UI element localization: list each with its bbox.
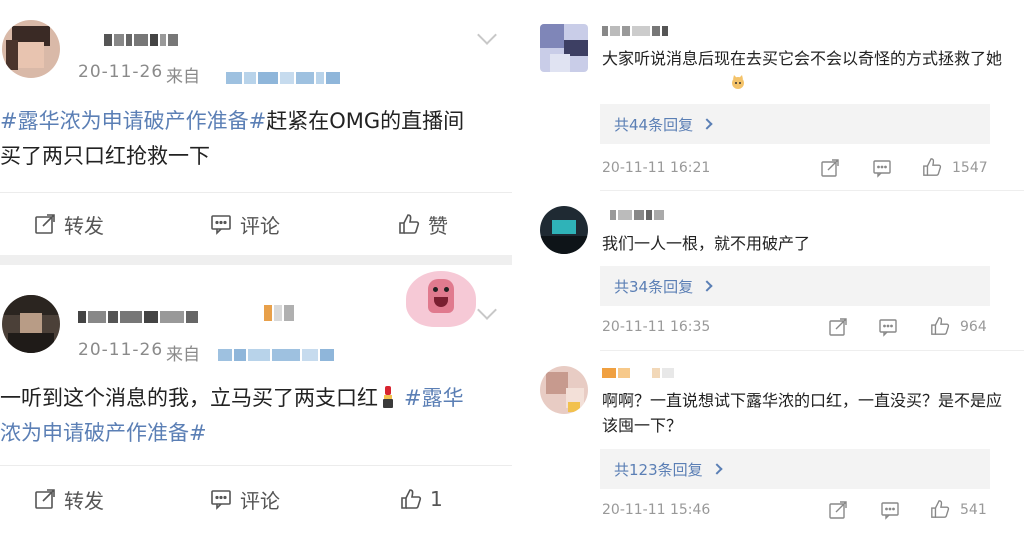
chevron-down-icon[interactable] bbox=[477, 25, 497, 45]
source-blurred bbox=[218, 349, 334, 361]
username-blurred[interactable] bbox=[610, 210, 664, 220]
cat-emoji-icon bbox=[730, 74, 746, 90]
repost-label: 转发 bbox=[64, 213, 104, 238]
like-icon[interactable] bbox=[930, 316, 950, 336]
repost-icon bbox=[35, 214, 55, 234]
chevron-right-icon bbox=[701, 280, 713, 292]
username-blurred[interactable] bbox=[104, 34, 178, 46]
avatar[interactable] bbox=[540, 24, 588, 72]
replies-label: 共44条回复 bbox=[614, 115, 694, 134]
like-count: 1 bbox=[430, 487, 443, 511]
username-blurred[interactable] bbox=[602, 368, 674, 378]
post-card: 20-11-26 来自 一听到这个消息的我，立马买了两支口红 #露华 浓为申请破产… bbox=[0, 265, 512, 535]
like-icon bbox=[399, 214, 420, 234]
comment-time: 20-11-11 16:35 bbox=[602, 319, 711, 335]
sticker-decoration bbox=[406, 271, 476, 327]
source-label: 来自 bbox=[166, 67, 200, 87]
view-replies-button[interactable]: 共44条回复 bbox=[600, 104, 990, 144]
post-text-line: 一听到这个消息的我，立马买了两支口红 bbox=[0, 386, 378, 410]
post-text-line: 赶紧在OMG的直播间 bbox=[266, 109, 465, 133]
view-replies-button[interactable]: 共34条回复 bbox=[600, 266, 990, 306]
post-card: 20-11-26 来自 #露华浓为申请破产作准备#赶紧在OMG的直播间 买了两只… bbox=[0, 0, 512, 255]
divider bbox=[600, 350, 1024, 351]
divider bbox=[600, 190, 1024, 191]
like-icon bbox=[401, 489, 422, 509]
chevron-right-icon bbox=[701, 118, 713, 130]
action-bar: 转发 评论 1 bbox=[0, 471, 512, 527]
share-icon[interactable] bbox=[828, 317, 848, 337]
hashtag-link[interactable]: #露华浓为申请破产作准备# bbox=[0, 109, 266, 133]
comment-time: 20-11-11 15:46 bbox=[602, 502, 711, 518]
repost-button[interactable]: 转发 bbox=[34, 196, 104, 252]
avatar[interactable] bbox=[540, 206, 588, 254]
source-label: 来自 bbox=[166, 345, 200, 365]
like-button[interactable]: 1 bbox=[400, 471, 443, 527]
avatar[interactable] bbox=[2, 20, 60, 78]
comment-text: 大家听说消息后现在去买它会不会以奇怪的方式拯救了她 bbox=[602, 49, 1003, 68]
post-body: #露华浓为申请破产作准备#赶紧在OMG的直播间 买了两只口红抢救一下 bbox=[0, 104, 512, 174]
comment-icon[interactable] bbox=[880, 500, 900, 520]
source-blurred bbox=[226, 72, 340, 84]
comment-time: 20-11-11 16:21 bbox=[602, 160, 711, 176]
comment-label: 评论 bbox=[240, 213, 280, 238]
comment-icon bbox=[211, 490, 231, 510]
avatar[interactable] bbox=[2, 295, 60, 353]
comment-text: 啊啊？一直说想试下露华浓的口红，一直没买？是不是应该囤一下？ bbox=[602, 391, 1003, 435]
lipstick-emoji-icon bbox=[382, 385, 394, 409]
post-time: 20-11-26 bbox=[78, 340, 164, 360]
like-count: 541 bbox=[960, 502, 987, 518]
comment-icon[interactable] bbox=[878, 317, 898, 337]
chevron-right-icon bbox=[710, 463, 723, 475]
post-feed: 20-11-26 来自 #露华浓为申请破产作准备#赶紧在OMG的直播间 买了两只… bbox=[0, 0, 512, 535]
comment-list: 大家听说消息后现在去买它会不会以奇怪的方式拯救了她 共44条回复 20-11-1… bbox=[520, 0, 1024, 535]
share-icon[interactable] bbox=[828, 500, 848, 520]
like-icon[interactable] bbox=[930, 499, 950, 519]
replies-label: 共123条回复 bbox=[614, 460, 703, 479]
comment-text: 我们一人一根，就不用破产了 bbox=[602, 234, 811, 253]
comment-icon bbox=[211, 215, 231, 235]
username-blurred[interactable] bbox=[78, 311, 198, 323]
post-text-line: 买了两只口红抢救一下 bbox=[0, 144, 210, 168]
hashtag-link[interactable]: 浓为申请破产作准备# bbox=[0, 421, 207, 445]
repost-button[interactable]: 转发 bbox=[34, 471, 104, 527]
hashtag-link[interactable]: #露华 bbox=[404, 386, 464, 410]
comment-icon[interactable] bbox=[872, 158, 892, 178]
comment-button[interactable]: 评论 bbox=[210, 471, 280, 527]
comment-button[interactable]: 评论 bbox=[210, 196, 280, 252]
divider bbox=[0, 465, 512, 466]
repost-icon bbox=[35, 489, 55, 509]
like-count: 1547 bbox=[952, 160, 988, 176]
view-replies-button[interactable]: 共123条回复 bbox=[600, 449, 990, 489]
avatar[interactable] bbox=[540, 366, 588, 414]
comment-label: 评论 bbox=[240, 488, 280, 513]
badge-icons-blurred bbox=[264, 305, 294, 321]
like-button[interactable]: 赞 bbox=[398, 196, 448, 252]
post-body: 一听到这个消息的我，立马买了两支口红 #露华 浓为申请破产作准备# bbox=[0, 381, 512, 451]
section-divider bbox=[0, 255, 512, 265]
share-icon[interactable] bbox=[820, 158, 840, 178]
username-blurred[interactable] bbox=[602, 26, 668, 36]
like-count: 964 bbox=[960, 319, 987, 335]
like-label: 赞 bbox=[428, 213, 448, 238]
repost-label: 转发 bbox=[64, 488, 104, 513]
post-time: 20-11-26 bbox=[78, 62, 164, 82]
chevron-down-icon[interactable] bbox=[477, 300, 497, 320]
action-bar: 转发 评论 赞 bbox=[0, 196, 512, 252]
replies-label: 共34条回复 bbox=[614, 277, 694, 296]
like-icon[interactable] bbox=[922, 157, 942, 177]
divider bbox=[0, 192, 512, 193]
